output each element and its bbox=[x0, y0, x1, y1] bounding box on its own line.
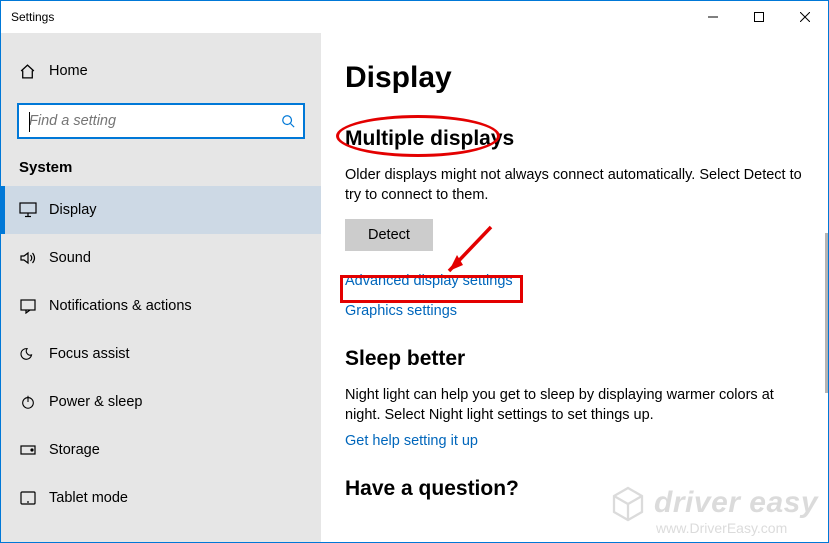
detect-button[interactable]: Detect bbox=[345, 219, 433, 251]
sidebar-item-label: Focus assist bbox=[49, 346, 130, 362]
sidebar-item-label: Storage bbox=[49, 442, 100, 458]
scrollbar[interactable] bbox=[825, 233, 828, 393]
sidebar-item-label: Notifications & actions bbox=[49, 298, 192, 314]
sidebar-section-heading: System bbox=[1, 153, 321, 186]
notifications-icon bbox=[19, 298, 49, 314]
sidebar: Home System Display bbox=[1, 33, 321, 542]
text-caret bbox=[29, 112, 30, 132]
watermark-cube-icon bbox=[608, 484, 648, 524]
sidebar-item-focus-assist[interactable]: Focus assist bbox=[1, 330, 321, 378]
focus-assist-icon bbox=[19, 346, 49, 362]
home-row[interactable]: Home bbox=[1, 47, 321, 95]
search-input[interactable] bbox=[27, 113, 281, 129]
home-label: Home bbox=[49, 63, 88, 79]
search-icon bbox=[281, 114, 295, 128]
sleep-better-heading: Sleep better bbox=[345, 347, 808, 371]
window-title: Settings bbox=[1, 10, 54, 24]
minimize-button[interactable] bbox=[690, 1, 736, 33]
sidebar-item-label: Tablet mode bbox=[49, 490, 128, 506]
sidebar-item-tablet-mode[interactable]: Tablet mode bbox=[1, 474, 321, 522]
watermark: driver easy www.DriverEasy.com bbox=[608, 484, 818, 536]
sound-icon bbox=[19, 250, 49, 266]
multiple-displays-heading: Multiple displays bbox=[345, 127, 514, 151]
maximize-button[interactable] bbox=[736, 1, 782, 33]
storage-icon bbox=[19, 442, 49, 458]
sleep-better-help-link[interactable]: Get help setting it up bbox=[345, 433, 808, 449]
window-controls bbox=[690, 1, 828, 33]
sidebar-item-sound[interactable]: Sound bbox=[1, 234, 321, 282]
watermark-text: driver easy bbox=[654, 486, 818, 519]
display-icon bbox=[19, 202, 49, 218]
sidebar-item-display[interactable]: Display bbox=[1, 186, 321, 234]
search-box[interactable] bbox=[17, 103, 305, 139]
title-bar: Settings bbox=[1, 1, 828, 33]
sidebar-item-notifications[interactable]: Notifications & actions bbox=[1, 282, 321, 330]
home-icon bbox=[19, 63, 49, 80]
tablet-icon bbox=[19, 490, 49, 506]
sidebar-item-storage[interactable]: Storage bbox=[1, 426, 321, 474]
close-button[interactable] bbox=[782, 1, 828, 33]
sidebar-nav: Display Sound Notifications & actions bbox=[1, 186, 321, 522]
power-icon bbox=[19, 394, 49, 410]
sidebar-item-power-sleep[interactable]: Power & sleep bbox=[1, 378, 321, 426]
advanced-display-settings-link[interactable]: Advanced display settings bbox=[345, 273, 808, 289]
sidebar-item-label: Sound bbox=[49, 250, 91, 266]
multiple-displays-description: Older displays might not always connect … bbox=[345, 165, 805, 205]
page-title: Display bbox=[345, 61, 808, 95]
sleep-better-description: Night light can help you get to sleep by… bbox=[345, 385, 805, 425]
graphics-settings-link[interactable]: Graphics settings bbox=[345, 303, 808, 319]
sidebar-item-label: Power & sleep bbox=[49, 394, 143, 410]
main-content: Display Multiple displays Older displays… bbox=[321, 33, 828, 542]
sidebar-item-label: Display bbox=[49, 202, 97, 218]
